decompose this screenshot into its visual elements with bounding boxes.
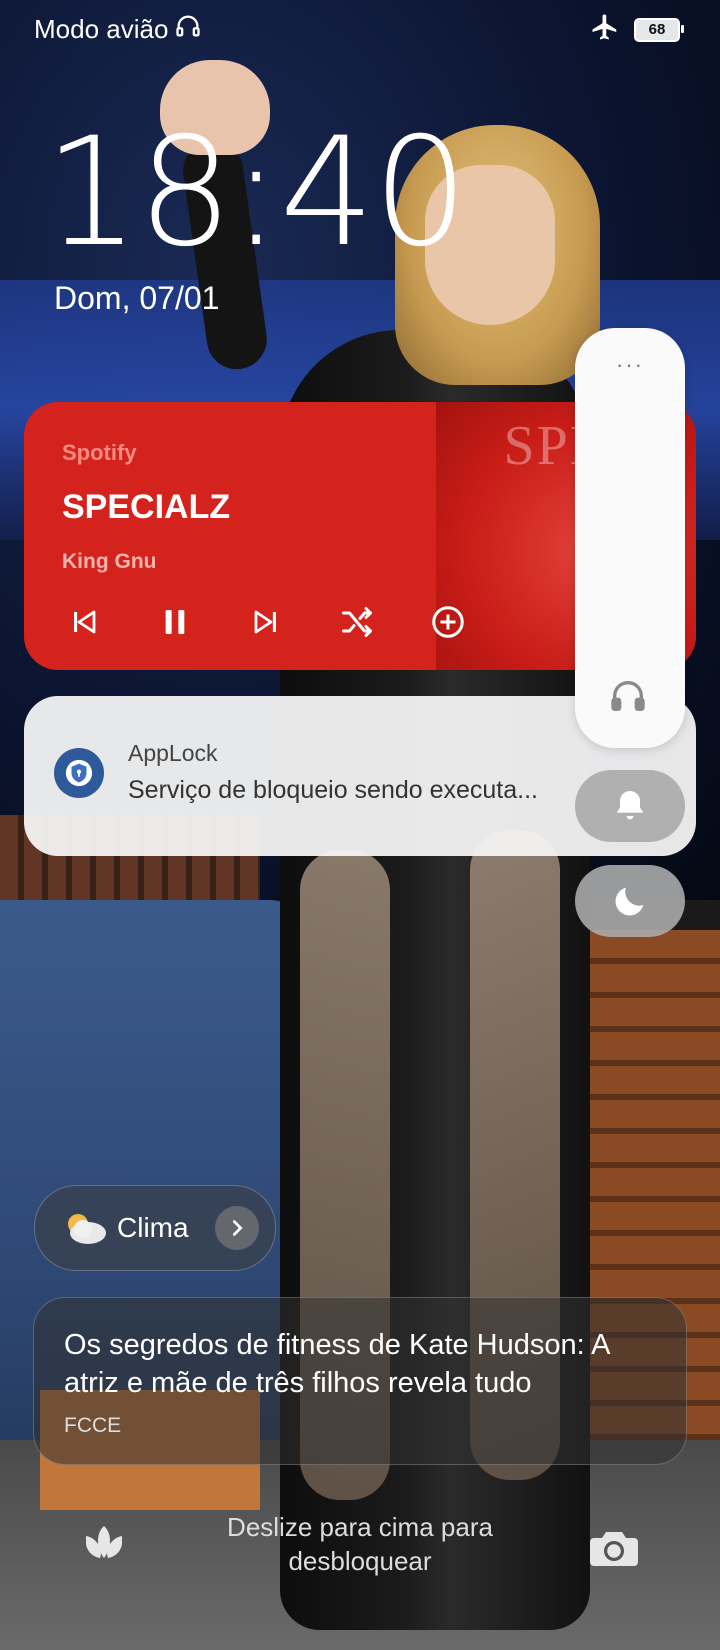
media-artist: King Gnu <box>62 550 157 573</box>
media-track-title: SPECIALZ <box>62 488 231 526</box>
notification-text: Serviço de bloqueio sendo executa... <box>128 776 538 804</box>
clock-date: Dom, 07/01 <box>54 280 220 316</box>
weather-widget[interactable]: Clima <box>34 1185 276 1271</box>
camera-icon <box>590 1532 638 1566</box>
airplane-icon <box>590 12 620 47</box>
unlock-hint: Deslize para cima para desbloquear <box>227 1512 493 1576</box>
add-to-library-button[interactable] <box>424 598 472 646</box>
status-bar: Modo avião 68 <box>0 0 720 56</box>
shuffle-icon <box>342 607 372 637</box>
notification-app-name: AppLock <box>128 740 218 766</box>
previous-button[interactable] <box>60 598 108 646</box>
pause-button[interactable] <box>151 598 199 646</box>
news-source: FCCE <box>64 1414 122 1437</box>
headphones-icon <box>608 676 648 721</box>
cloud-icon <box>61 1208 109 1248</box>
shuffle-button[interactable] <box>333 598 381 646</box>
lotus-icon <box>86 1526 122 1558</box>
next-button[interactable] <box>242 598 290 646</box>
status-right: 68 <box>590 12 684 47</box>
bell-icon <box>616 791 644 820</box>
battery-level: 68 <box>648 21 666 38</box>
battery-icon: 68 <box>634 17 684 42</box>
weather-open-button[interactable] <box>215 1206 259 1250</box>
clock-time: 18:40 <box>44 106 468 280</box>
more-options-button[interactable]: ··· <box>575 352 685 378</box>
lotus-button[interactable] <box>80 1520 128 1573</box>
next-icon <box>254 610 276 634</box>
previous-icon <box>74 610 96 634</box>
news-card[interactable]: Os segredos de fitness de Kate Hudson: A… <box>33 1297 687 1465</box>
moon-icon <box>615 887 644 916</box>
news-title: Os segredos de fitness de Kate Hudson: A… <box>64 1329 609 1399</box>
camera-button[interactable] <box>588 1524 640 1577</box>
media-app-name: Spotify <box>62 440 137 465</box>
pause-icon <box>165 610 185 634</box>
weather-label: Clima <box>117 1212 189 1243</box>
volume-panel[interactable]: ··· <box>575 328 685 748</box>
add-icon <box>432 606 464 638</box>
sound-mode-button[interactable] <box>575 770 685 842</box>
chevron-right-icon <box>232 1220 243 1236</box>
applock-icon <box>54 748 104 798</box>
airplane-mode-label: Modo avião <box>34 14 169 44</box>
headphones-icon <box>174 12 202 47</box>
do-not-disturb-button[interactable] <box>575 865 685 937</box>
status-left: Modo avião <box>34 12 202 47</box>
